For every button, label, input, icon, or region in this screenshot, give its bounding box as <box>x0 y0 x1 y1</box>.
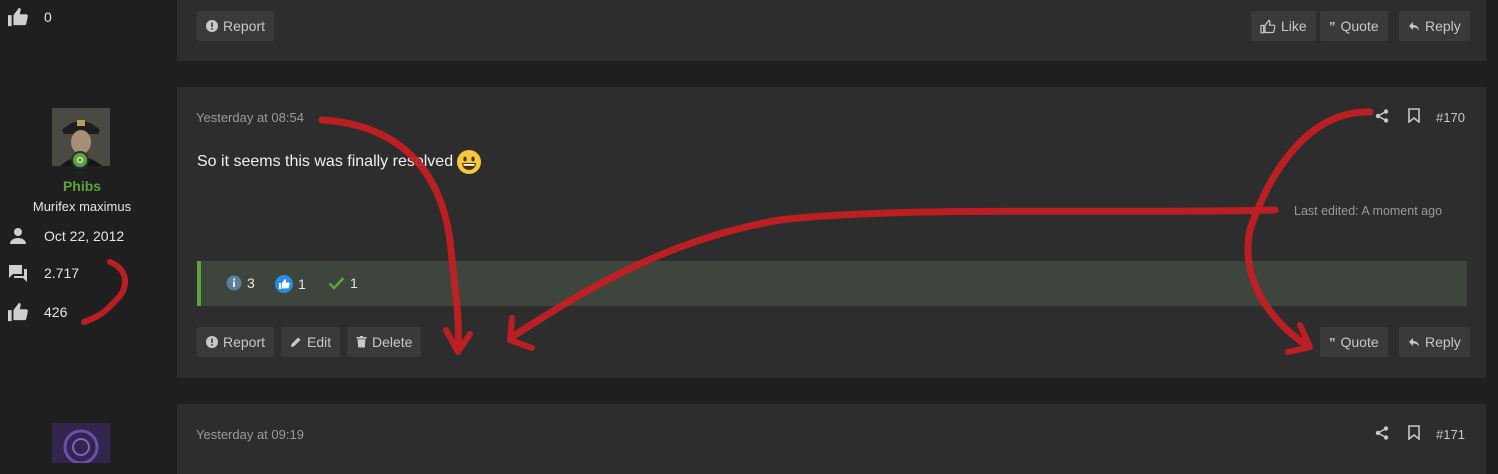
post-timestamp[interactable]: Yesterday at 08:54 <box>196 110 304 125</box>
like-icon <box>1260 19 1276 34</box>
messages-icon <box>6 263 30 283</box>
post-number[interactable]: #170 <box>1436 110 1465 125</box>
report-label: Report <box>223 18 266 34</box>
messages-stat: 2.717 <box>6 262 79 284</box>
report-label: Report <box>223 334 266 350</box>
messages-count: 2.717 <box>44 265 80 281</box>
report-button[interactable]: Report <box>197 327 275 357</box>
post-body: So it seems this was finally resolved <box>197 149 482 175</box>
post-body-text: So it seems this was finally resolved <box>197 153 454 170</box>
bookmark-icon[interactable] <box>1408 425 1420 443</box>
edit-icon <box>290 336 302 348</box>
quote-icon: ” <box>1329 334 1336 350</box>
delete-icon <box>356 336 367 348</box>
prev-reactions-count: 0 <box>44 9 52 25</box>
quote-label: Quote <box>1340 18 1379 34</box>
reply-label: Reply <box>1425 334 1461 350</box>
reply-icon <box>1408 21 1420 32</box>
next-post-number[interactable]: #171 <box>1436 427 1465 442</box>
quote-icon: ” <box>1329 18 1336 34</box>
info-reaction-icon <box>226 275 242 291</box>
prev-reactions-stat: 0 <box>6 6 52 28</box>
edit-button[interactable]: Edit <box>281 327 341 357</box>
quote-button[interactable]: ” Quote <box>1320 327 1388 357</box>
prev-post-card: Report Like ” Quote Reply <box>177 0 1486 61</box>
prev-reply-button[interactable]: Reply <box>1399 11 1470 41</box>
reaction-count: 1 <box>298 276 306 292</box>
reactions-bar: 3 1 1 <box>197 261 1467 306</box>
prev-quote-button[interactable]: ” Quote <box>1320 11 1388 41</box>
reply-label: Reply <box>1425 18 1461 34</box>
username[interactable]: Phibs <box>0 178 164 194</box>
reactions-stat: 426 <box>6 301 67 323</box>
reaction-count: 1 <box>350 275 358 291</box>
reactions-count: 426 <box>44 304 68 320</box>
next-post-timestamp[interactable]: Yesterday at 09:19 <box>196 427 304 442</box>
reply-icon <box>1408 337 1420 348</box>
user-info: Phibs Murifex maximus Oct 22, 2012 2.717… <box>0 100 170 330</box>
reaction-like[interactable]: 1 <box>275 275 306 293</box>
thumbs-up-icon <box>6 7 30 27</box>
like-reaction-icon <box>275 275 293 293</box>
joined-stat: Oct 22, 2012 <box>6 225 124 247</box>
reaction-check[interactable]: 1 <box>328 275 358 291</box>
quote-label: Quote <box>1340 334 1379 350</box>
post-card: Yesterday at 08:54 #170 So it seems this… <box>177 87 1486 378</box>
next-avatar[interactable] <box>52 423 110 463</box>
grinning-face-icon <box>456 149 482 175</box>
prev-like-button[interactable]: Like <box>1251 11 1316 41</box>
report-icon <box>206 336 218 348</box>
bookmark-icon[interactable] <box>1408 108 1420 126</box>
delete-label: Delete <box>372 334 413 350</box>
delete-button[interactable]: Delete <box>347 327 422 357</box>
user-title: Murifex maximus <box>32 199 132 214</box>
like-label: Like <box>1281 18 1307 34</box>
thumbs-up-icon <box>6 302 30 322</box>
prev-user-stats: 0 <box>0 0 170 40</box>
prev-report-button[interactable]: Report <box>197 11 275 41</box>
online-status-icon <box>71 151 89 169</box>
share-icon[interactable] <box>1375 109 1389 126</box>
user-icon <box>6 227 30 245</box>
check-reaction-icon <box>328 276 345 290</box>
reaction-info[interactable]: 3 <box>226 275 255 291</box>
edit-label: Edit <box>307 334 332 350</box>
last-edited[interactable]: Last edited: A moment ago <box>1294 204 1442 218</box>
share-icon[interactable] <box>1375 426 1389 443</box>
joined-date: Oct 22, 2012 <box>44 228 125 244</box>
reaction-count: 3 <box>247 275 255 291</box>
reply-button[interactable]: Reply <box>1399 327 1470 357</box>
next-post-card: Yesterday at 09:19 #171 <box>177 404 1486 474</box>
report-icon <box>206 20 218 32</box>
